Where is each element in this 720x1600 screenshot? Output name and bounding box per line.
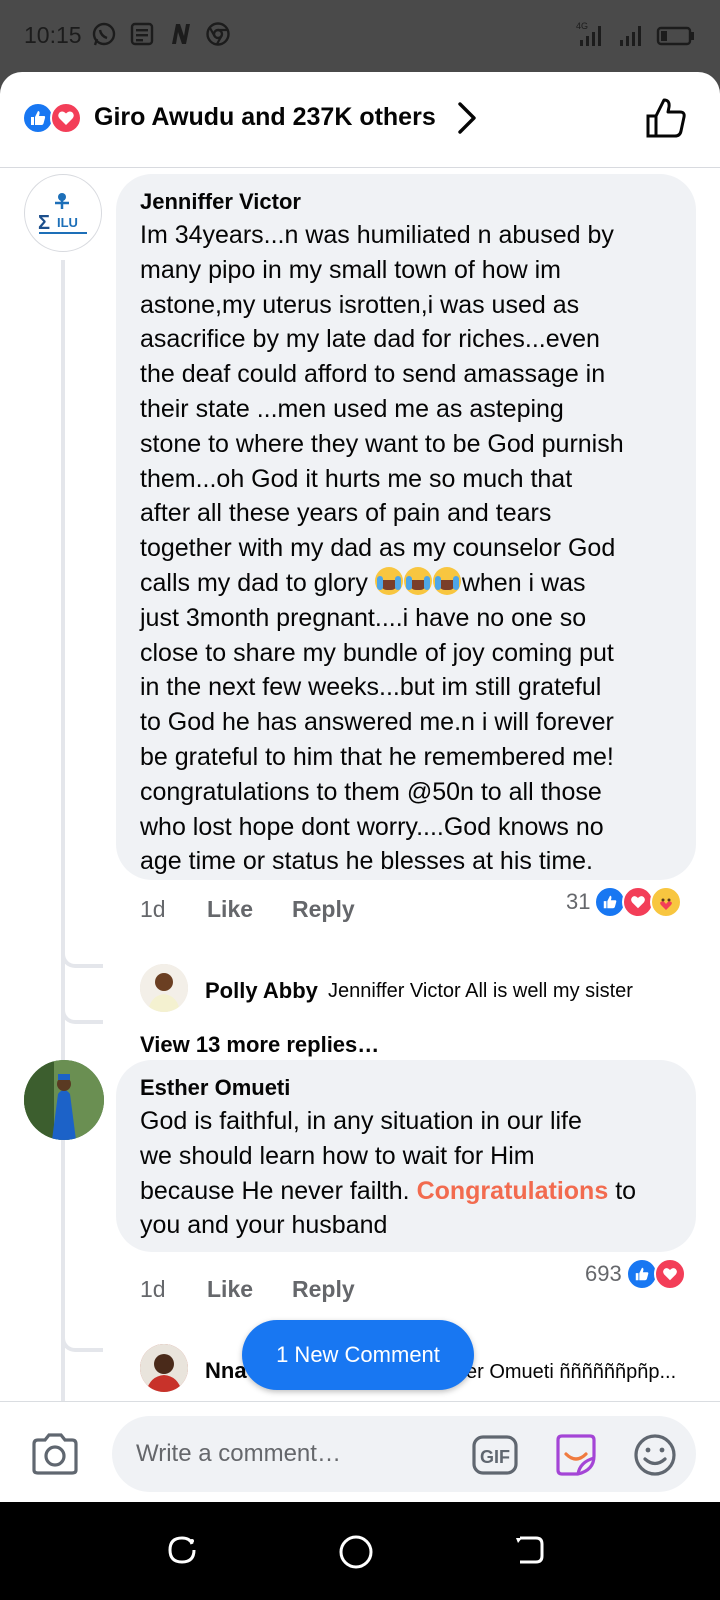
comment-author[interactable]: Jenniffer Victor (140, 189, 301, 215)
signal-icon (620, 26, 641, 46)
gif-button[interactable]: GIF (472, 1435, 518, 1480)
whatsapp-icon (90, 20, 118, 48)
comment-author[interactable]: Esther Omueti (140, 1075, 290, 1101)
like-post-button[interactable] (644, 96, 688, 145)
system-nav-bar (0, 1502, 720, 1600)
view-more-replies-link[interactable]: View 13 more replies… (140, 1032, 379, 1058)
care-icon (650, 886, 683, 918)
sticker-icon[interactable] (552, 1432, 600, 1483)
reply-button[interactable]: Reply (292, 1276, 355, 1303)
thread-branch (61, 912, 103, 968)
new-comment-button[interactable]: 1 New Comment (242, 1320, 474, 1390)
highlighted-word: Congratulations (416, 1176, 609, 1205)
emoji-icon[interactable] (632, 1432, 678, 1483)
like-comment-button[interactable]: Like (207, 896, 253, 923)
reply-text: er Omueti ññññññpñp... (466, 1361, 677, 1383)
avatar[interactable] (140, 1344, 188, 1392)
avatar[interactable]: Σ ILU (24, 174, 102, 252)
crying-emoji (374, 566, 403, 595)
svg-text:4G: 4G (576, 21, 588, 31)
news-icon (128, 20, 156, 48)
avatar[interactable] (24, 1060, 104, 1140)
like-comment-button[interactable]: Like (207, 1276, 253, 1303)
chrome-icon (204, 20, 232, 48)
comments-sheet: Giro Awudu and 237K others Σ ILU Jenniffe… (0, 72, 720, 1502)
recents-icon[interactable] (166, 1534, 198, 1571)
comment-reactions[interactable]: 693 (585, 1258, 686, 1290)
reaction-icons (22, 102, 82, 134)
reactions-summary-text: Giro Awudu and 237K others (94, 103, 436, 131)
thread-branch (61, 1312, 103, 1352)
reply-button[interactable]: Reply (292, 896, 355, 923)
comment-reactions[interactable]: 31 (566, 886, 683, 918)
home-icon[interactable] (338, 1534, 374, 1575)
svg-text:ILU: ILU (57, 215, 78, 230)
status-time: 10:15 (24, 22, 82, 48)
comment-composer: GIF (0, 1401, 720, 1502)
camera-icon[interactable] (30, 1432, 80, 1481)
status-bar: 10:15 4G (0, 0, 720, 72)
signal-icon: 4G (576, 21, 601, 46)
svg-text:GIF: GIF (480, 1447, 510, 1467)
crying-emoji (403, 566, 432, 595)
comment-input[interactable] (112, 1416, 696, 1492)
comment-text: God is faithful, in any situation in our… (140, 1107, 637, 1240)
reply-text: Jenniffer Victor All is well my sister (328, 980, 633, 1002)
crying-emoji (432, 566, 461, 595)
notification-icons (90, 20, 232, 48)
back-icon[interactable] (514, 1534, 546, 1571)
battery-icon (656, 26, 694, 46)
reply-author[interactable]: Polly Abby (205, 978, 318, 1004)
netflix-icon (166, 20, 194, 48)
comment-text: Im 34years...n was humiliated n abused b… (140, 221, 624, 876)
like-icon (625, 1258, 658, 1290)
comment-time: 1d (140, 896, 166, 922)
avatar[interactable] (140, 964, 188, 1012)
comment-time: 1d (140, 1276, 166, 1302)
reactions-summary-row[interactable]: Giro Awudu and 237K others (0, 72, 720, 168)
chevron-right-icon[interactable] (456, 100, 478, 141)
love-icon (50, 102, 82, 134)
system-status-icons: 4G (576, 20, 696, 50)
thread-branch (61, 972, 103, 1024)
svg-text:Σ: Σ (38, 212, 50, 234)
reply-author[interactable]: Nna (205, 1358, 247, 1384)
love-icon (653, 1258, 686, 1290)
